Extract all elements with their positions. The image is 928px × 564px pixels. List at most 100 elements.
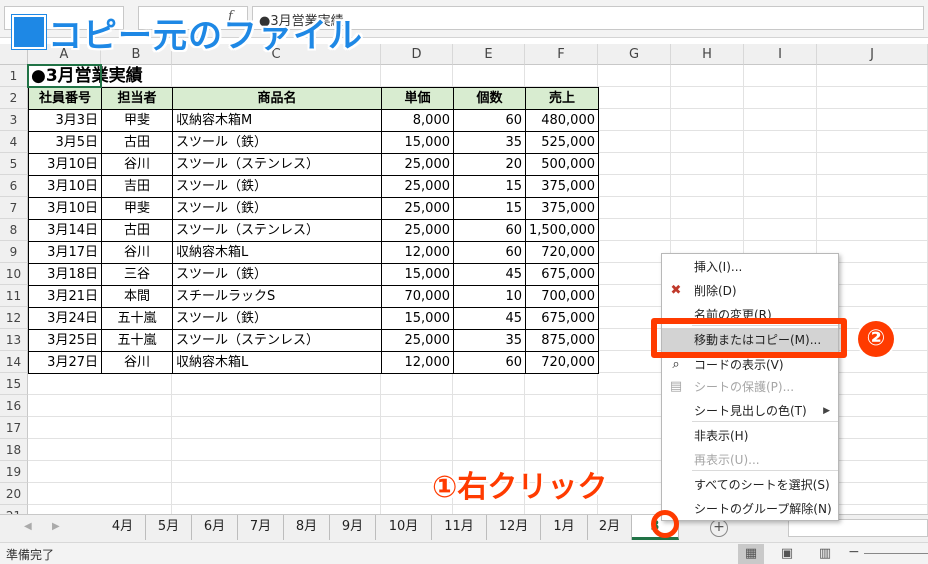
table-cell[interactable]: 3月10日 bbox=[28, 197, 102, 220]
context-menu-item[interactable]: 挿入(I)... bbox=[662, 255, 838, 279]
row-header[interactable]: 6 bbox=[0, 175, 28, 197]
row-header[interactable]: 18 bbox=[0, 439, 28, 461]
context-menu-item[interactable]: シート見出しの色(T) ▶ bbox=[662, 399, 838, 423]
column-header[interactable]: H bbox=[671, 44, 744, 65]
sheet-tab[interactable]: 9月 bbox=[330, 515, 376, 540]
row-header[interactable]: 10 bbox=[0, 263, 28, 285]
table-cell[interactable]: 収納容木箱L bbox=[172, 241, 382, 264]
table-cell[interactable]: スツール（鉄） bbox=[172, 175, 382, 198]
context-menu-item[interactable]: ✖ 削除(D) bbox=[662, 279, 838, 303]
tab-scroll-left-icon[interactable]: ◀ bbox=[24, 521, 32, 532]
row-header[interactable]: 19 bbox=[0, 461, 28, 483]
table-cell[interactable]: 720,000 bbox=[525, 241, 599, 264]
table-cell[interactable]: 12,000 bbox=[381, 351, 454, 374]
table-cell[interactable]: 25,000 bbox=[381, 329, 454, 352]
table-cell[interactable]: 吉田 bbox=[101, 175, 173, 198]
table-cell[interactable]: 甲斐 bbox=[101, 109, 173, 132]
row-header[interactable]: 15 bbox=[0, 373, 28, 395]
table-cell[interactable]: 12,000 bbox=[381, 241, 454, 264]
table-cell[interactable]: スツール（鉄） bbox=[172, 197, 382, 220]
table-cell[interactable]: 谷川 bbox=[101, 241, 173, 264]
sheet-tab[interactable]: 6月 bbox=[192, 515, 238, 540]
row-header[interactable]: 14 bbox=[0, 351, 28, 373]
row-header[interactable]: 16 bbox=[0, 395, 28, 417]
table-cell[interactable]: 1,500,000 bbox=[525, 219, 599, 242]
table-cell[interactable]: 3月3日 bbox=[28, 109, 102, 132]
table-cell[interactable]: 8,000 bbox=[381, 109, 454, 132]
table-cell[interactable]: 45 bbox=[453, 263, 526, 286]
table-cell[interactable]: 375,000 bbox=[525, 197, 599, 220]
normal-view-icon[interactable]: ▦ bbox=[738, 544, 764, 564]
row-header[interactable]: 13 bbox=[0, 329, 28, 351]
table-cell[interactable]: 谷川 bbox=[101, 153, 173, 176]
table-cell[interactable]: 古田 bbox=[101, 219, 173, 242]
sheet-tab[interactable]: 8月 bbox=[284, 515, 330, 540]
table-header-cell[interactable]: 担当者 bbox=[101, 87, 173, 110]
sheet-tab[interactable]: 2月 bbox=[588, 515, 632, 540]
table-cell[interactable]: 25,000 bbox=[381, 197, 454, 220]
table-header-cell[interactable]: 社員番号 bbox=[28, 87, 102, 110]
row-header[interactable]: 7 bbox=[0, 197, 28, 219]
table-cell[interactable]: 60 bbox=[453, 241, 526, 264]
table-cell[interactable]: 15 bbox=[453, 197, 526, 220]
sheet-tab[interactable]: 10月 bbox=[376, 515, 432, 540]
table-cell[interactable]: 35 bbox=[453, 329, 526, 352]
horizontal-scrollbar[interactable] bbox=[788, 519, 928, 537]
column-header[interactable]: F bbox=[525, 44, 598, 65]
sheet-tab[interactable]: 7月 bbox=[238, 515, 284, 540]
context-menu-item[interactable]: すべてのシートを選択(S) bbox=[662, 473, 838, 497]
table-cell[interactable]: 3月27日 bbox=[28, 351, 102, 374]
table-cell[interactable]: 3月24日 bbox=[28, 307, 102, 330]
table-cell[interactable]: 875,000 bbox=[525, 329, 599, 352]
table-cell[interactable]: 15,000 bbox=[381, 131, 454, 154]
page-layout-view-icon[interactable]: ▣ bbox=[774, 544, 800, 564]
table-cell[interactable]: 375,000 bbox=[525, 175, 599, 198]
table-cell[interactable]: スツール（ステンレス） bbox=[172, 329, 382, 352]
sheet-tab[interactable]: 11月 bbox=[432, 515, 487, 540]
table-cell[interactable]: 25,000 bbox=[381, 219, 454, 242]
table-cell[interactable]: 70,000 bbox=[381, 285, 454, 308]
table-cell[interactable]: スツール（鉄） bbox=[172, 131, 382, 154]
table-cell[interactable]: 3月10日 bbox=[28, 175, 102, 198]
table-cell[interactable]: 15,000 bbox=[381, 263, 454, 286]
row-header[interactable]: 1 bbox=[0, 65, 28, 87]
table-cell[interactable]: 480,000 bbox=[525, 109, 599, 132]
table-header-cell[interactable]: 単価 bbox=[381, 87, 454, 110]
row-header[interactable]: 4 bbox=[0, 131, 28, 153]
table-cell[interactable]: 25,000 bbox=[381, 153, 454, 176]
row-header[interactable]: 12 bbox=[0, 307, 28, 329]
table-cell[interactable]: 525,000 bbox=[525, 131, 599, 154]
row-header[interactable]: 5 bbox=[0, 153, 28, 175]
row-header[interactable]: 2 bbox=[0, 87, 28, 109]
table-cell[interactable]: 15 bbox=[453, 175, 526, 198]
table-cell[interactable]: 五十嵐 bbox=[101, 329, 173, 352]
table-cell[interactable]: スツール（鉄） bbox=[172, 263, 382, 286]
row-header[interactable]: 8 bbox=[0, 219, 28, 241]
row-header[interactable]: 11 bbox=[0, 285, 28, 307]
row-header[interactable]: 20 bbox=[0, 483, 28, 505]
table-cell[interactable]: 古田 bbox=[101, 131, 173, 154]
table-header-cell[interactable]: 個数 bbox=[453, 87, 526, 110]
table-cell[interactable]: 収納容木箱L bbox=[172, 351, 382, 374]
table-cell[interactable]: 谷川 bbox=[101, 351, 173, 374]
table-cell[interactable]: 本間 bbox=[101, 285, 173, 308]
table-cell[interactable]: 三谷 bbox=[101, 263, 173, 286]
table-cell[interactable]: 35 bbox=[453, 131, 526, 154]
row-header[interactable]: 3 bbox=[0, 109, 28, 131]
table-cell[interactable]: 3月10日 bbox=[28, 153, 102, 176]
table-header-cell[interactable]: 商品名 bbox=[172, 87, 382, 110]
zoom-out-icon[interactable]: − bbox=[848, 544, 860, 560]
tab-scroll-right-icon[interactable]: ▶ bbox=[52, 521, 60, 532]
column-header[interactable]: D bbox=[381, 44, 453, 65]
table-cell[interactable]: 60 bbox=[453, 109, 526, 132]
column-header[interactable]: I bbox=[744, 44, 817, 65]
table-cell[interactable]: 15,000 bbox=[381, 307, 454, 330]
sheet-tab[interactable]: 5月 bbox=[146, 515, 192, 540]
table-cell[interactable]: 675,000 bbox=[525, 263, 599, 286]
row-header[interactable]: 9 bbox=[0, 241, 28, 263]
table-cell[interactable]: 甲斐 bbox=[101, 197, 173, 220]
table-cell[interactable]: 3月18日 bbox=[28, 263, 102, 286]
table-cell[interactable]: 3月14日 bbox=[28, 219, 102, 242]
table-cell[interactable]: 3月21日 bbox=[28, 285, 102, 308]
column-header[interactable]: J bbox=[817, 44, 928, 65]
